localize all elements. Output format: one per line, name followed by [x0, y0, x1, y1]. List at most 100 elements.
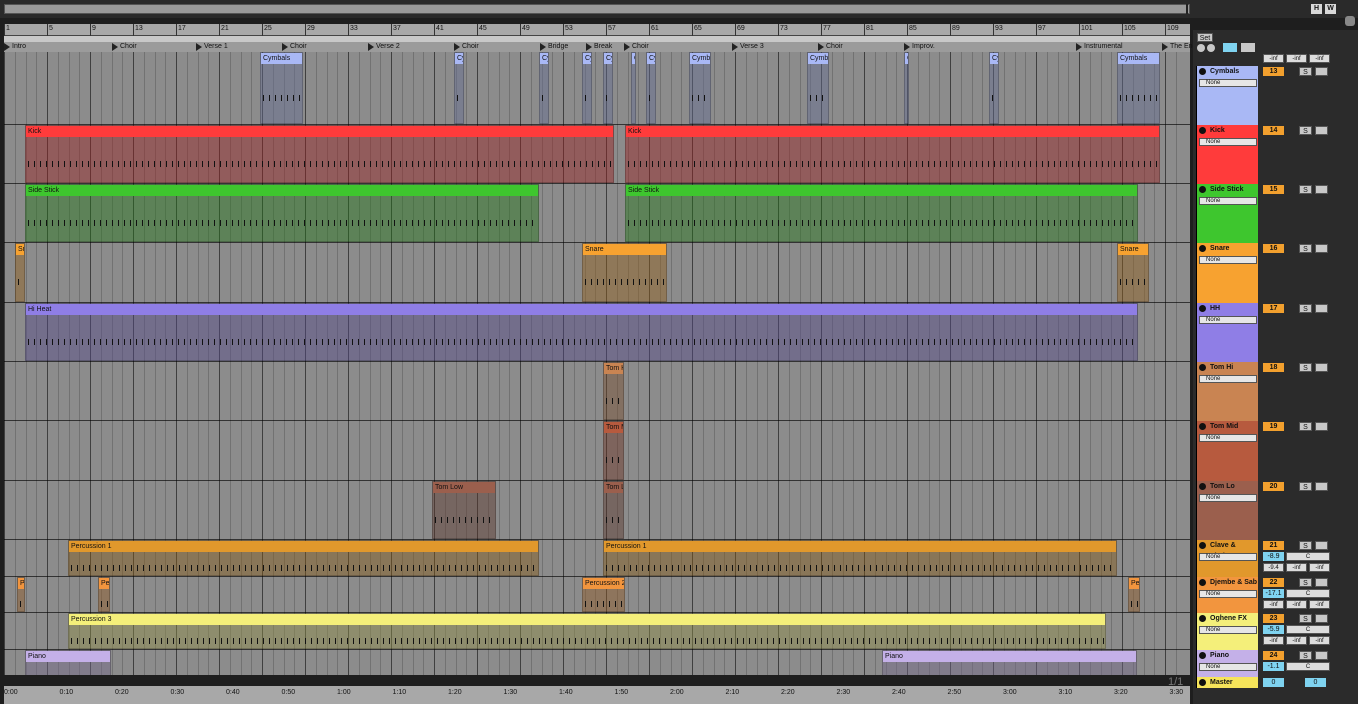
send-value[interactable]: -inf [1309, 600, 1330, 609]
track-lane[interactable]: PePerPercussion 2Pe [4, 577, 1190, 613]
clip[interactable]: Kick [625, 125, 1160, 183]
arm-icon[interactable] [1315, 482, 1328, 491]
volume-value[interactable]: -17.1 [1263, 589, 1284, 598]
locator-marker[interactable]: Verse 2 [368, 42, 400, 52]
clip[interactable]: Snare [1117, 243, 1149, 302]
clip[interactable]: Cymbals [260, 52, 303, 124]
solo-button[interactable]: S [1299, 578, 1312, 587]
locator-marker[interactable]: Bridge [540, 42, 568, 52]
send-value[interactable]: -inf [1309, 636, 1330, 645]
track-lane[interactable]: Percussion 1 Percussion 1 [4, 540, 1190, 577]
track-name[interactable]: Kick [1197, 125, 1259, 136]
send-value[interactable]: -inf [1263, 636, 1284, 645]
input-select[interactable]: None [1199, 375, 1257, 383]
clip[interactable]: Cy [989, 52, 999, 124]
track-header[interactable]: Snare None [1196, 243, 1258, 303]
input-select[interactable]: None [1199, 79, 1257, 87]
vertical-scroll[interactable] [1335, 60, 1341, 680]
previous-locator-icon[interactable] [1197, 44, 1205, 52]
locator-marker[interactable]: Verse 3 [732, 42, 764, 52]
clip[interactable]: Cymb [807, 52, 829, 124]
clip[interactable]: Piano [25, 650, 111, 675]
track-number[interactable]: 14 [1263, 126, 1284, 135]
track-number[interactable]: 15 [1263, 185, 1284, 194]
solo-button[interactable]: S [1299, 541, 1312, 550]
pan-value[interactable]: C [1286, 552, 1330, 561]
send-value[interactable]: -inf [1286, 54, 1307, 63]
track-header[interactable]: Oghene FX None [1196, 613, 1258, 650]
track-fold-icon[interactable] [1199, 364, 1206, 371]
track-number[interactable]: 24 [1263, 651, 1284, 660]
clip[interactable]: Pe [17, 577, 25, 612]
solo-button[interactable]: S [1299, 244, 1312, 253]
master-pan[interactable]: 0 [1305, 678, 1326, 687]
track-fold-icon[interactable] [1199, 68, 1206, 75]
track-name[interactable]: Tom Hi [1197, 362, 1259, 373]
track-name[interactable]: Clave & Shaker [1197, 540, 1259, 560]
hide-button[interactable]: H [1311, 4, 1322, 14]
track-name[interactable]: Side Stick [1197, 184, 1259, 195]
clip[interactable]: Tom Lo [603, 481, 624, 539]
track-header[interactable]: Tom Mid None [1196, 421, 1258, 481]
locator-marker[interactable]: Choir [454, 42, 479, 52]
input-select[interactable]: None [1199, 256, 1257, 264]
track-lane[interactable]: Hi Heat [4, 303, 1190, 362]
locator-marker[interactable]: Choir [282, 42, 307, 52]
track-fold-icon[interactable] [1199, 423, 1206, 430]
lock-icon[interactable] [1241, 43, 1255, 52]
clip[interactable]: Tom H [603, 362, 624, 420]
track-lane[interactable]: SnSnareSnare [4, 243, 1190, 303]
track-fold-icon[interactable] [1199, 483, 1206, 490]
send-value[interactable]: -inf [1263, 600, 1284, 609]
input-select[interactable]: None [1199, 434, 1257, 442]
clip[interactable]: Percussion 1 [68, 540, 539, 576]
solo-button[interactable]: S [1299, 363, 1312, 372]
wrap-button[interactable]: W [1325, 4, 1336, 14]
arm-icon[interactable] [1315, 422, 1328, 431]
track-header[interactable]: Side Stick None [1196, 184, 1258, 243]
pan-value[interactable]: C [1286, 589, 1330, 598]
locator-marker[interactable]: Choir [624, 42, 649, 52]
track-number[interactable]: 17 [1263, 304, 1284, 313]
clip[interactable]: Snare [582, 243, 667, 302]
volume-value[interactable]: -8.9 [1263, 552, 1284, 561]
arm-icon[interactable] [1315, 578, 1328, 587]
arm-icon[interactable] [1315, 126, 1328, 135]
clip[interactable]: Per [98, 577, 110, 612]
input-select[interactable]: None [1199, 663, 1257, 671]
clip[interactable]: Cy [539, 52, 549, 124]
clip[interactable]: Cy [603, 52, 613, 124]
solo-button[interactable]: S [1299, 422, 1312, 431]
input-select[interactable]: None [1199, 590, 1257, 598]
track-fold-icon[interactable] [1199, 652, 1206, 659]
track-fold-icon[interactable] [1199, 245, 1206, 252]
track-fold-icon[interactable] [1199, 542, 1206, 549]
clip[interactable]: Side Stick [25, 184, 539, 242]
track-number[interactable]: 13 [1263, 67, 1284, 76]
master-volume[interactable]: 0 [1263, 678, 1284, 687]
clip[interactable]: C [904, 52, 909, 124]
track-name[interactable]: Piano [1197, 650, 1259, 661]
master-header[interactable]: Master [1196, 677, 1258, 688]
time-ruler[interactable]: 0:00 0:10 0:20 0:30 0:40 0:50 1:00 1:10 1:20 1:30… [4, 686, 1190, 704]
arrangement-view[interactable]: CymbalsCyCyCyCyCCyCymbCymbCCyCymbalsKick… [4, 52, 1190, 675]
track-number[interactable]: 20 [1263, 482, 1284, 491]
clip[interactable]: Piano [882, 650, 1137, 675]
send-value[interactable]: -inf [1309, 54, 1330, 63]
input-select[interactable]: None [1199, 553, 1257, 561]
arm-icon[interactable] [1315, 363, 1328, 372]
input-select[interactable]: None [1199, 197, 1257, 205]
solo-button[interactable]: S [1299, 67, 1312, 76]
solo-button[interactable]: S [1299, 185, 1312, 194]
locator-lane[interactable]: Intro Choir Verse 1 Choir Verse 2 Choir Bridge… [4, 42, 1196, 52]
clip[interactable]: Cymbals [1117, 52, 1160, 124]
track-fold-icon[interactable] [1199, 579, 1206, 586]
track-number[interactable]: 19 [1263, 422, 1284, 431]
track-number[interactable]: 16 [1263, 244, 1284, 253]
input-select[interactable]: None [1199, 626, 1257, 634]
draw-mode-icon[interactable] [1223, 43, 1237, 52]
solo-button[interactable]: S [1299, 126, 1312, 135]
clip[interactable]: Cy [582, 52, 592, 124]
locator-marker[interactable]: The End [1162, 42, 1196, 52]
clip[interactable]: Kick [25, 125, 614, 183]
